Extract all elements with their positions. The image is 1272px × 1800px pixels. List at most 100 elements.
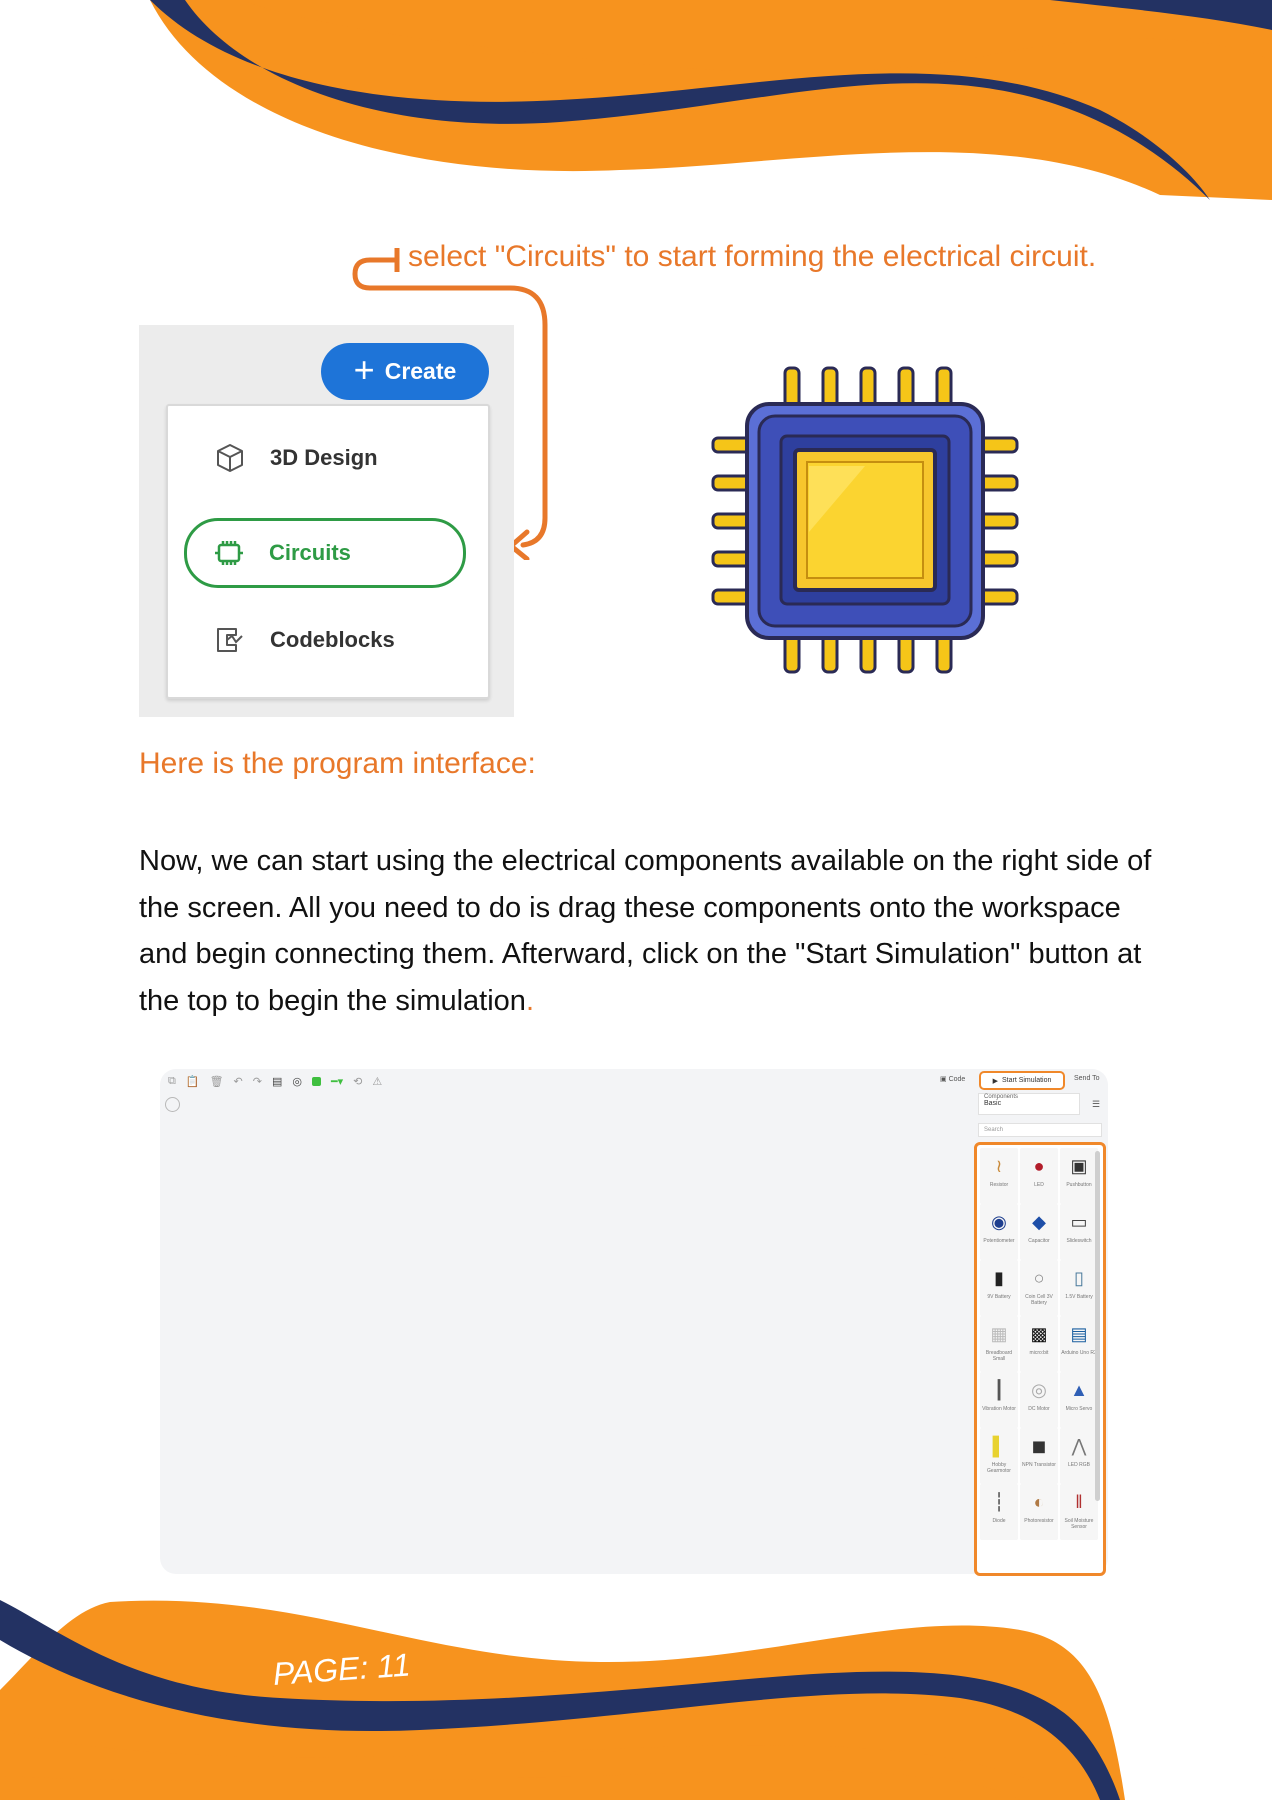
code-button[interactable]: ▣ Code: [940, 1075, 965, 1083]
menu-item-codeblocks[interactable]: Codeblocks: [188, 608, 468, 672]
view-icon[interactable]: ◎: [292, 1075, 302, 1088]
component-icon: ◎: [1031, 1379, 1047, 1400]
component-label: Soil Moisture Sensor: [1064, 1518, 1094, 1530]
component-icon: ≀: [995, 1155, 1003, 1176]
simulator-screenshot: ⧉ 📋 🗑 ↶ ↷ ▤ ◎ ━▾ ⟲ ⚠ ▣ Code ▶ Start Simu…: [160, 1069, 1108, 1576]
component-tile[interactable]: ◼ NPN Transistor: [1020, 1428, 1058, 1484]
component-icon: ▯: [1074, 1267, 1084, 1288]
component-icon: ▩: [1030, 1323, 1048, 1344]
callout-text: select "Circuits" to start forming the e…: [408, 240, 1097, 273]
chip-icon: [211, 535, 247, 571]
component-label: DC Motor: [1028, 1406, 1050, 1412]
component-tile[interactable]: ◎ DC Motor: [1020, 1372, 1058, 1428]
redo-icon[interactable]: ↷: [253, 1075, 262, 1088]
component-tile[interactable]: ○ Coin Cell 3V Battery: [1020, 1260, 1058, 1316]
component-tile[interactable]: ⋀ LED RGB: [1060, 1428, 1098, 1484]
component-tile[interactable]: ┆ Diode: [980, 1484, 1018, 1540]
component-label: Coin Cell 3V Battery: [1025, 1294, 1053, 1306]
flip-icon[interactable]: ⚠: [372, 1075, 382, 1088]
cube-icon: [212, 440, 248, 476]
component-tile[interactable]: ▯ 1.5V Battery: [1060, 1260, 1098, 1316]
components-panel: ≀ Resistor ● LED ▣ Pushbutton ◉ Potentiometer ◆ C…: [974, 1142, 1106, 1576]
component-label: Capacitor: [1028, 1238, 1050, 1244]
menu-item-3d-design[interactable]: 3D Design: [188, 426, 468, 490]
component-tile[interactable]: ▌ Hobby Gearmotor: [980, 1428, 1018, 1484]
component-icon: ⋀: [1071, 1435, 1087, 1456]
component-label: Photoresistor: [1024, 1518, 1054, 1524]
menu-item-label: Circuits: [269, 540, 351, 565]
send-to-button[interactable]: Send To: [1074, 1075, 1100, 1082]
component-label: Micro Servo: [1065, 1406, 1093, 1412]
notes-icon[interactable]: ▤: [272, 1075, 282, 1088]
component-icon: ‖: [1075, 1491, 1083, 1512]
component-icon: ○: [1033, 1267, 1045, 1288]
component-label: Vibration Motor: [982, 1406, 1016, 1412]
component-tile[interactable]: ‖ Soil Moisture Sensor: [1060, 1484, 1098, 1540]
component-tile[interactable]: ▤ Arduino Uno R3: [1060, 1316, 1098, 1372]
code-label: Code: [948, 1076, 966, 1083]
component-tile[interactable]: ≀ Resistor: [980, 1148, 1018, 1204]
sim-toolbar: ⧉ 📋 🗑 ↶ ↷ ▤ ◎ ━▾ ⟲ ⚠: [168, 1075, 382, 1088]
component-tile[interactable]: ◆ Capacitor: [1020, 1204, 1058, 1260]
component-label: Potentiometer: [983, 1238, 1015, 1244]
components-dropdown-value: Basic: [984, 1100, 1002, 1107]
component-tile[interactable]: ┃ Vibration Motor: [980, 1372, 1018, 1428]
color-swatch-icon[interactable]: [311, 1077, 321, 1086]
component-icon: ▣: [1070, 1155, 1088, 1176]
undo-icon[interactable]: ↶: [234, 1075, 243, 1088]
component-icon: ◼: [1031, 1435, 1047, 1456]
component-icon: ▮: [994, 1267, 1004, 1288]
copy-icon[interactable]: ⧉: [168, 1075, 176, 1088]
rotate-icon[interactable]: ⟲: [353, 1075, 362, 1088]
list-view-icon[interactable]: ☰: [1092, 1099, 1100, 1110]
interface-heading: Here is the program interface:: [139, 747, 536, 780]
component-icon: ◉: [991, 1211, 1007, 1232]
component-icon: ●: [1033, 1155, 1045, 1176]
microchip-illustration: [711, 366, 1019, 674]
component-tile[interactable]: ◉ Potentiometer: [980, 1204, 1018, 1260]
component-tile[interactable]: ▩ micro:bit: [1020, 1316, 1058, 1372]
create-label: Create: [384, 358, 457, 384]
menu-item-label: Codeblocks: [270, 627, 395, 652]
delete-icon[interactable]: 🗑: [210, 1075, 224, 1088]
component-icon: ▭: [1070, 1211, 1088, 1232]
component-label: LED RGB: [1068, 1462, 1090, 1468]
component-tile[interactable]: ● LED: [1020, 1148, 1058, 1204]
start-simulation-button[interactable]: ▶ Start Simulation: [979, 1071, 1065, 1090]
components-dropdown[interactable]: Components Basic: [978, 1093, 1080, 1115]
component-label: Diode: [992, 1518, 1006, 1524]
component-tile[interactable]: ▮ 9V Battery: [980, 1260, 1018, 1316]
component-label: Hobby Gearmotor: [987, 1462, 1011, 1474]
create-button[interactable]: + Create: [321, 343, 489, 400]
start-simulation-label: Start Simulation: [1001, 1077, 1052, 1084]
component-icon: ▌: [992, 1435, 1006, 1456]
wire-style-icon[interactable]: ━▾: [331, 1075, 343, 1088]
menu-item-circuits[interactable]: Circuits: [184, 518, 466, 588]
component-icon: ▤: [1070, 1323, 1088, 1344]
play-icon: ▶: [992, 1077, 998, 1085]
component-icon: ▲: [1070, 1379, 1088, 1400]
paste-icon[interactable]: 📋: [186, 1075, 200, 1088]
component-icon: ▦: [990, 1323, 1008, 1344]
codeblocks-icon: [212, 622, 248, 658]
component-tile[interactable]: ▲ Micro Servo: [1060, 1372, 1098, 1428]
component-icon: ┃: [993, 1379, 1005, 1400]
component-tile[interactable]: ▦ Breadboard Small: [980, 1316, 1018, 1372]
component-label: micro:bit: [1029, 1350, 1049, 1356]
component-search-input[interactable]: Search: [978, 1123, 1102, 1137]
component-tile[interactable]: ▭ Slideswitch: [1060, 1204, 1098, 1260]
create-dropdown-menu: 3D Design Circuits Codeblocks: [166, 404, 490, 699]
paragraph-period: .: [525, 984, 534, 1017]
panel-scrollbar[interactable]: [1095, 1151, 1100, 1501]
components-grid: ≀ Resistor ● LED ▣ Pushbutton ◉ Potentiometer ◆ C…: [980, 1148, 1098, 1540]
component-tile[interactable]: ▣ Pushbutton: [1060, 1148, 1098, 1204]
component-label: 9V Battery: [987, 1294, 1011, 1300]
plus-icon: +: [353, 348, 375, 390]
component-label: NPN Transistor: [1022, 1462, 1056, 1468]
component-label: Resistor: [989, 1182, 1009, 1188]
component-tile[interactable]: ◐ Photoresistor: [1020, 1484, 1058, 1540]
component-label: 1.5V Battery: [1065, 1294, 1093, 1300]
component-label: Arduino Uno R3: [1061, 1350, 1097, 1356]
zoom-fit-icon[interactable]: [165, 1097, 180, 1112]
menu-item-label: 3D Design: [270, 445, 378, 470]
